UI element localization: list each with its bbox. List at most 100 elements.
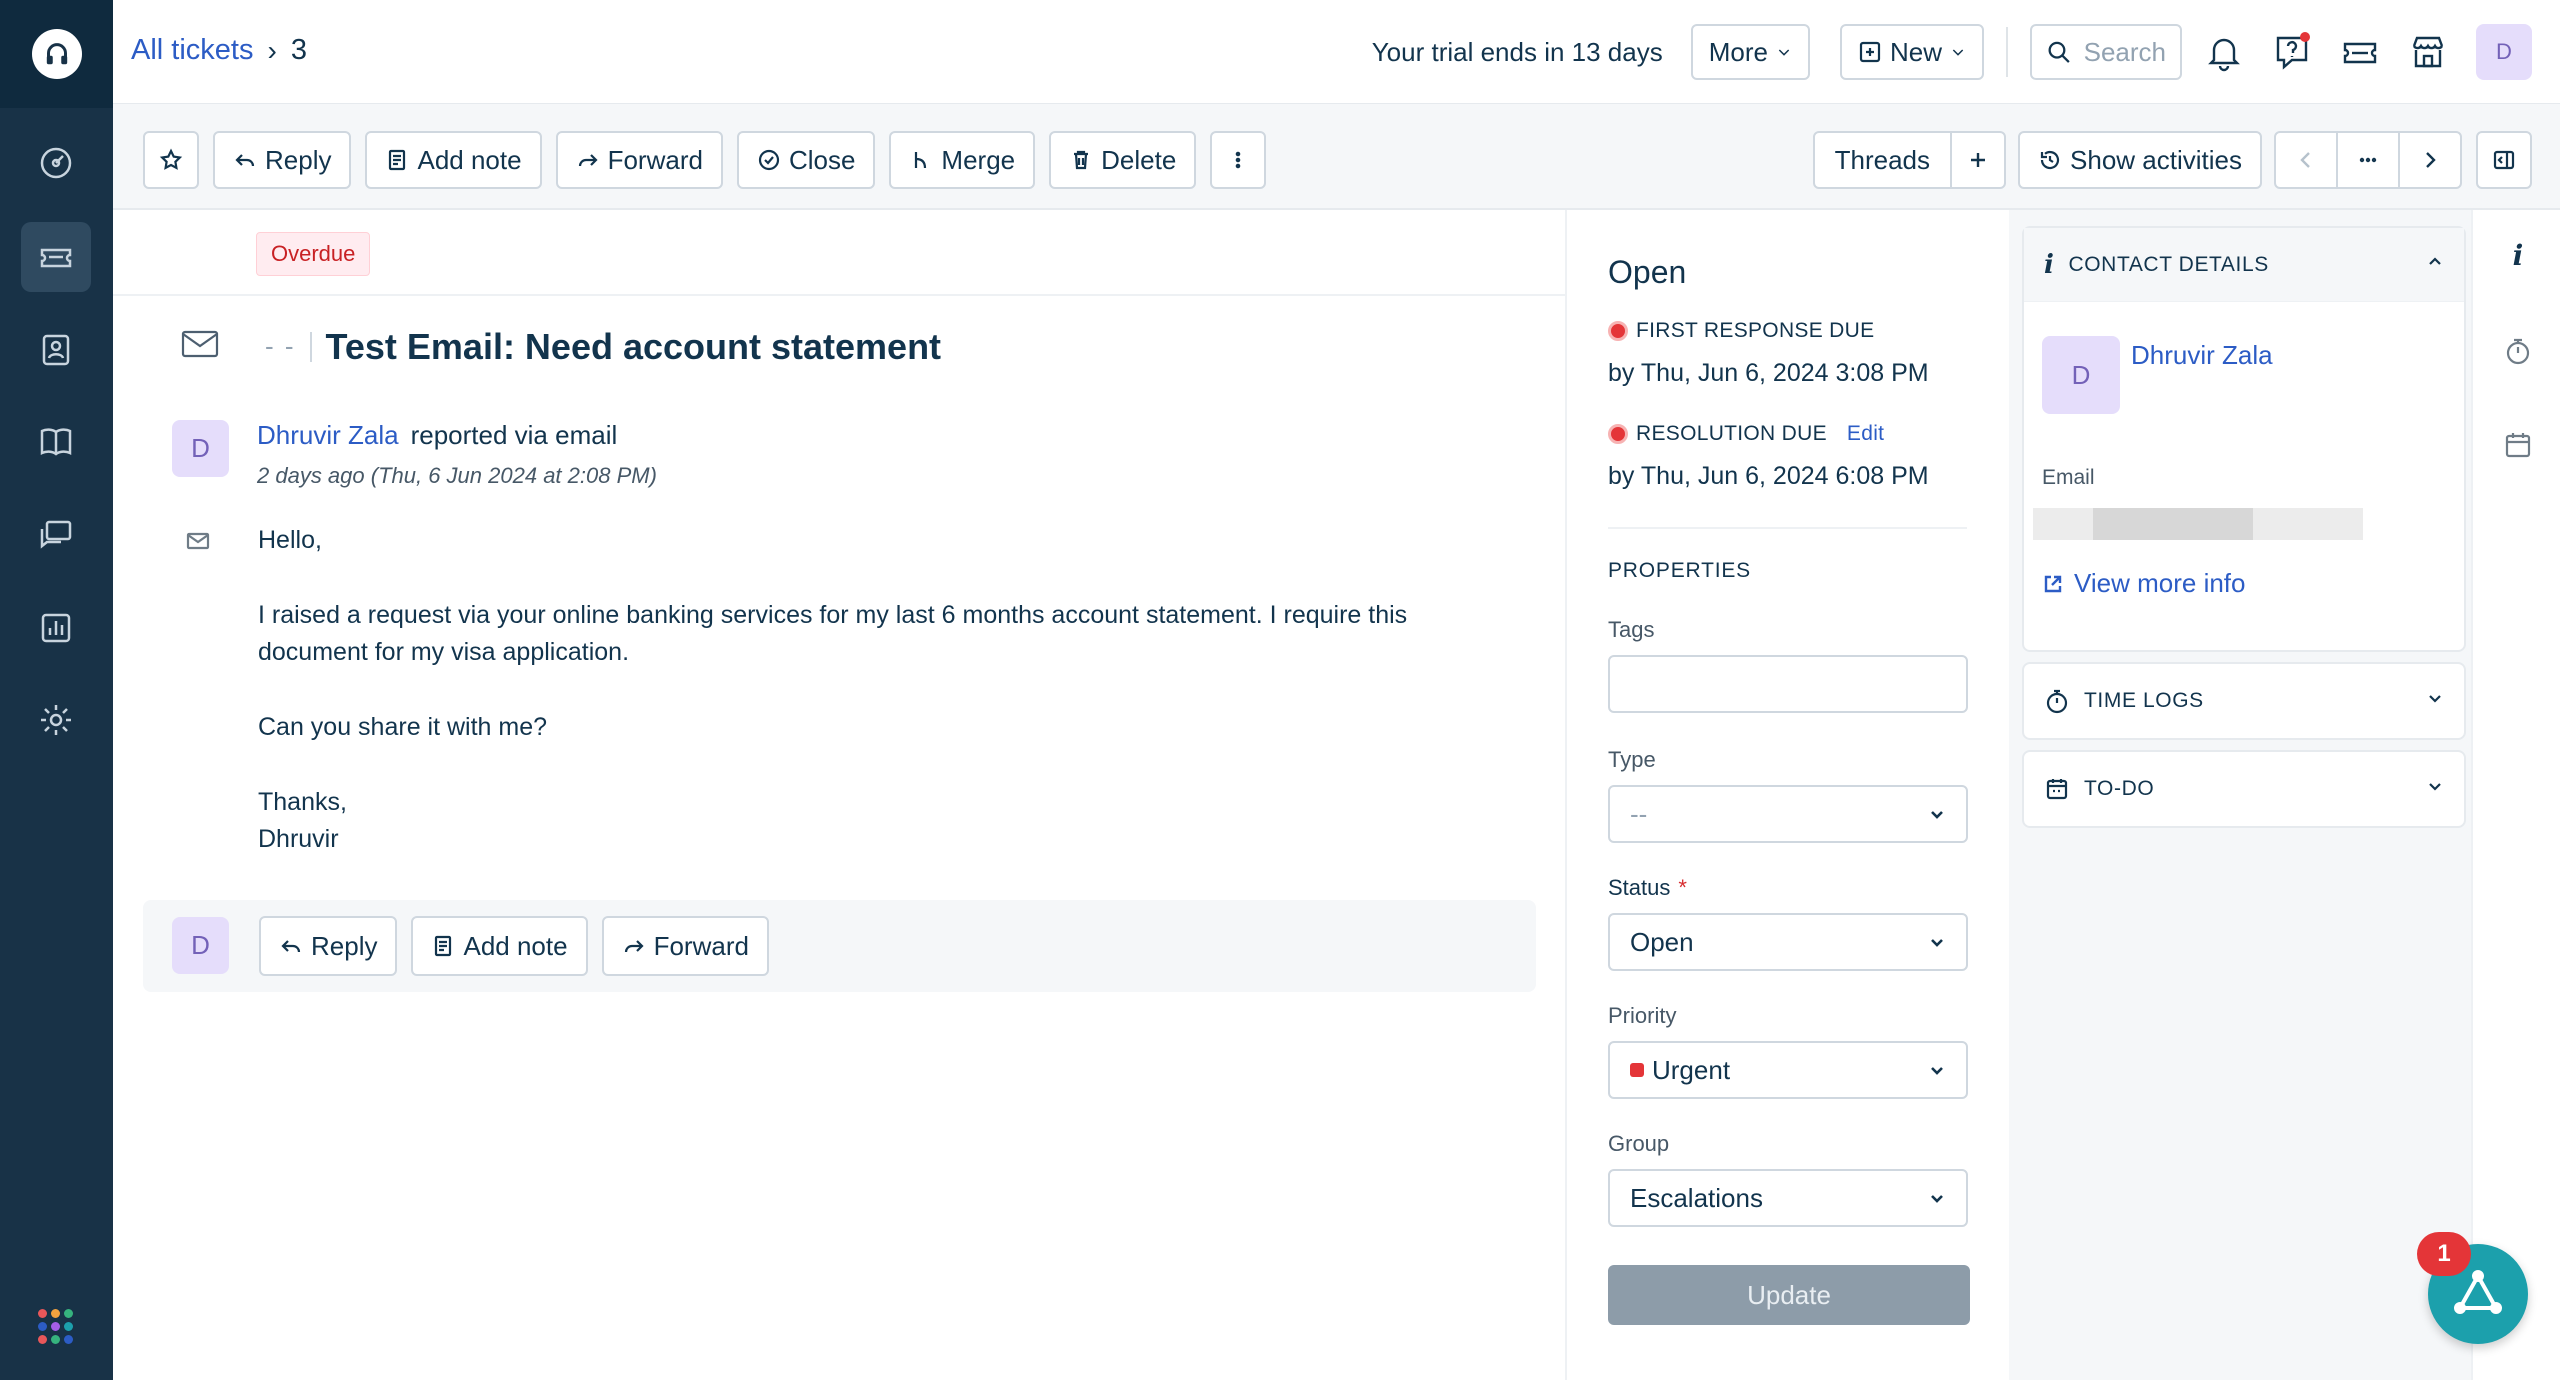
- ticket-icon[interactable]: [2334, 26, 2386, 78]
- merge-button[interactable]: Merge: [889, 131, 1036, 189]
- ticket-toolbar: Reply Add note Forward Close Merge Delet…: [113, 104, 2560, 210]
- notification-dot: [2300, 32, 2310, 42]
- group-select[interactable]: Escalations: [1608, 1169, 1968, 1227]
- prev-ticket-button[interactable]: [2276, 133, 2336, 187]
- add-note-button[interactable]: Add note: [365, 131, 542, 189]
- chevron-right-icon: ›: [267, 34, 277, 66]
- contact-info-icon[interactable]: i: [2501, 238, 2535, 272]
- more-label: More: [1708, 36, 1768, 67]
- close-button[interactable]: Close: [736, 131, 876, 189]
- status-label: Status: [1608, 875, 1671, 900]
- reply-icon: [281, 940, 301, 953]
- search-box[interactable]: Search: [2030, 24, 2182, 80]
- requester-name[interactable]: Dhruvir Zala: [257, 420, 399, 450]
- status-select[interactable]: Open: [1608, 913, 1968, 971]
- check-circle-icon: [758, 149, 780, 171]
- contact-sidebar: i CONTACT DETAILS D Dhruvir Zala Email Vi…: [2009, 210, 2471, 1380]
- ticket-list-button[interactable]: [2336, 133, 2398, 187]
- update-button[interactable]: Update: [1608, 1265, 1970, 1325]
- ticket-subject-row: - - Test Email: Need account statement: [179, 323, 941, 370]
- ticket-subject: Test Email: Need account statement: [325, 325, 942, 367]
- body-line: I raised a request via your online banki…: [258, 601, 1408, 666]
- nav-contacts-icon[interactable]: [21, 315, 91, 385]
- agent-avatar: D: [172, 917, 229, 974]
- message-header: D Dhruvir Zala reported via email 2 days …: [172, 420, 657, 489]
- trial-notice: Your trial ends in 13 days: [1371, 36, 1663, 67]
- ellipsis-icon: [2359, 157, 2377, 163]
- properties-panel: Open FIRST RESPONSE DUE by Thu, Jun 6, 2…: [1565, 210, 2009, 1380]
- requester-avatar[interactable]: D: [172, 420, 229, 477]
- app-root: All tickets › 3 Your trial ends in 13 da…: [0, 0, 2560, 1380]
- merge-icon: [915, 152, 927, 169]
- freshdesk-logo[interactable]: [0, 0, 113, 108]
- time-logs-title: TIME LOGS: [2084, 689, 2204, 712]
- help-icon[interactable]: [2266, 26, 2318, 78]
- show-activities-label: Show activities: [2070, 144, 2242, 175]
- nav-reports-icon[interactable]: [21, 593, 91, 663]
- toggle-sidebar-button[interactable]: [2476, 131, 2532, 189]
- contact-name[interactable]: Dhruvir Zala: [2131, 340, 2273, 371]
- external-link-icon: [2044, 575, 2062, 592]
- reply-bar-add-note-button[interactable]: Add note: [411, 916, 588, 976]
- show-activities-button[interactable]: Show activities: [2018, 131, 2262, 189]
- reply-bar-reply-button[interactable]: Reply: [259, 916, 398, 976]
- sidebar-toggle-icon: [2493, 150, 2515, 170]
- next-ticket-button[interactable]: [2398, 133, 2460, 187]
- time-logs-card[interactable]: TIME LOGS: [2022, 662, 2466, 740]
- edit-resolution-link[interactable]: Edit: [1847, 422, 1884, 446]
- threads-button[interactable]: Threads: [1815, 133, 1950, 187]
- reply-label: Reply: [265, 144, 332, 175]
- chevron-down-icon: [2426, 689, 2444, 713]
- breadcrumb-all-tickets[interactable]: All tickets: [131, 34, 253, 67]
- body-line: Dhruvir: [258, 825, 339, 853]
- chevron-down-icon: [1931, 939, 1943, 947]
- kebab-icon: [1235, 151, 1241, 169]
- nav-dashboard-icon[interactable]: [21, 128, 91, 198]
- priority-select[interactable]: Urgent: [1608, 1041, 1968, 1099]
- more-button[interactable]: More: [1690, 24, 1810, 80]
- profile-avatar[interactable]: D: [2476, 24, 2532, 80]
- bell-icon[interactable]: [2198, 26, 2250, 78]
- delete-button[interactable]: Delete: [1049, 131, 1197, 189]
- reply-bar-forward-button[interactable]: Forward: [601, 916, 769, 976]
- add-thread-button[interactable]: [1950, 133, 2004, 187]
- forward-button[interactable]: Forward: [555, 131, 723, 189]
- view-more-info-link[interactable]: View more info: [2042, 568, 2246, 599]
- properties-heading: PROPERTIES: [1608, 559, 1751, 582]
- resolution-value: by Thu, Jun 6, 2024 6:08 PM: [1608, 462, 1929, 490]
- right-rail: i: [2471, 210, 2560, 1380]
- search-icon: [2048, 41, 2070, 63]
- resolution-label: RESOLUTION DUE: [1636, 422, 1827, 445]
- marketplace-icon[interactable]: [2402, 26, 2454, 78]
- overdue-badge: Overdue: [256, 232, 371, 276]
- message-body: Hello, I raised a request via your onlin…: [258, 522, 1508, 858]
- apps-grid-icon[interactable]: [38, 1309, 73, 1344]
- chevron-down-icon: [1931, 811, 1943, 819]
- more-actions-button[interactable]: [1210, 131, 1267, 189]
- reply-button[interactable]: Reply: [213, 131, 352, 189]
- divider: [1608, 527, 1967, 529]
- nav-admin-icon[interactable]: [21, 685, 91, 755]
- breadcrumb-ticket-id: 3: [290, 34, 307, 66]
- contact-details-header[interactable]: i CONTACT DETAILS: [2024, 228, 2464, 302]
- reply-bar: D Reply Add note Forward: [143, 900, 1536, 992]
- reply-icon: [235, 154, 255, 167]
- nav-forums-icon[interactable]: [21, 500, 91, 570]
- reply-label: Reply: [311, 930, 378, 961]
- nav-solutions-icon[interactable]: [21, 407, 91, 477]
- new-button[interactable]: New: [1839, 24, 1984, 80]
- nav-tickets-icon[interactable]: [21, 222, 91, 292]
- chevron-down-icon: [2426, 777, 2444, 801]
- time-logs-icon[interactable]: [2501, 334, 2535, 368]
- type-select[interactable]: --: [1608, 785, 1968, 843]
- star-button[interactable]: [143, 131, 199, 189]
- envelope-icon: [185, 528, 211, 559]
- threads-group: Threads: [1812, 131, 2007, 189]
- email-source-icon: [179, 323, 221, 370]
- email-label: Email: [2042, 466, 2095, 489]
- tags-input[interactable]: [1608, 655, 1968, 713]
- forward-icon: [578, 154, 598, 167]
- group-label: Group: [1608, 1131, 1670, 1156]
- todo-icon[interactable]: [2501, 428, 2535, 462]
- todo-card[interactable]: TO-DO: [2022, 750, 2466, 828]
